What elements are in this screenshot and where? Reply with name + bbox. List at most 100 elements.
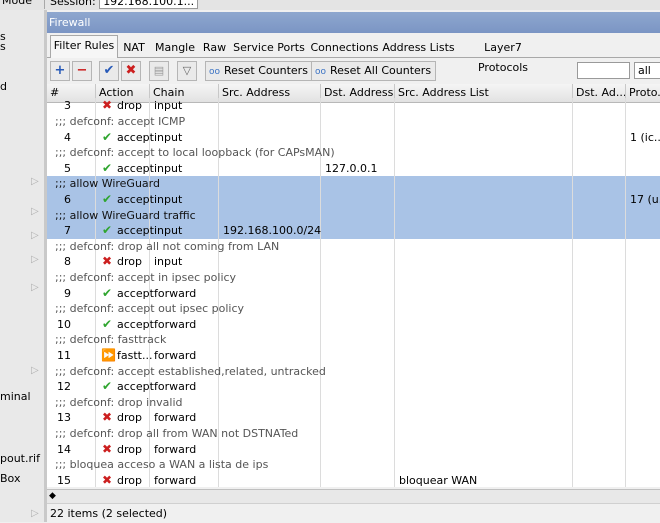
comment-row[interactable]: ;;; defconf: fasttrack [47, 332, 660, 348]
table-cell [573, 191, 626, 208]
table-row[interactable]: 12 ✔ accept forward [47, 379, 660, 395]
table-cell [219, 113, 321, 130]
table-row[interactable]: 14 ✖ drop forward [47, 441, 660, 458]
session-select[interactable]: 192.168.100.1... [99, 0, 199, 9]
rule-chain: input [154, 161, 183, 175]
table-cell [395, 98, 573, 114]
table-row[interactable]: 13 ✖ drop forward [47, 410, 660, 426]
chevron-right-icon[interactable]: ▷ [31, 282, 41, 294]
comment-row[interactable]: ;;; defconf: drop invalid [47, 394, 660, 411]
table-cell [626, 364, 660, 380]
table-cell [219, 254, 321, 270]
comment-row[interactable]: ;;; allow WireGuard [47, 176, 660, 192]
table-cell [219, 347, 321, 364]
tab-bar: Filter Rules NAT Mangle Raw Service Ports Con… [47, 35, 660, 74]
add-icon[interactable]: + [50, 61, 70, 81]
table-cell [573, 316, 626, 333]
rule-action: drop [117, 411, 142, 425]
reset-counters-button[interactable]: oo Reset Counters [205, 61, 313, 81]
table-cell [321, 223, 395, 239]
scroll-left-icon[interactable]: ◆ [49, 490, 56, 503]
sidebar-item[interactable]: minal [0, 390, 44, 404]
tab-connections[interactable]: Connections [309, 37, 380, 57]
sidebar-item[interactable]: s [0, 40, 44, 54]
table-cell [395, 207, 573, 224]
sidebar-item[interactable]: d [0, 80, 44, 94]
mode-label[interactable]: Mode [0, 0, 45, 9]
rule-action: drop [117, 99, 142, 113]
disable-icon[interactable]: ✖ [121, 61, 141, 81]
tab-mangle[interactable]: Mangle [151, 37, 199, 57]
rule-action: drop [117, 442, 142, 456]
comment-row[interactable]: ;;; defconf: accept ICMP [47, 113, 660, 130]
find-input[interactable] [577, 62, 630, 79]
table-row[interactable]: 6 ✔ acceptinput 17 (u... [47, 191, 660, 208]
table-cell [321, 363, 395, 380]
tab-raw[interactable]: Raw [200, 37, 229, 57]
table-cell [626, 145, 660, 161]
comment-row[interactable]: ;;; defconf: accept to local loopback (f… [47, 145, 660, 161]
window-title[interactable]: Firewall [47, 12, 660, 33]
table-cell [626, 98, 660, 114]
table-row[interactable]: 15 ✖ drop forward bloquear WAN [47, 472, 660, 487]
reset-counters-label: Reset Counters [224, 64, 308, 77]
sidebar-item[interactable]: pout.rif [0, 452, 44, 466]
tab-filter-rules[interactable]: Filter Rules [50, 35, 118, 58]
tab-address-lists[interactable]: Address Lists [381, 37, 456, 57]
comment-row[interactable]: ;;; defconf: accept established,related,… [47, 363, 660, 380]
tab-layer7-protocols[interactable]: Layer7 Protocols [457, 37, 549, 74]
comment-row[interactable]: ;;; allow WireGuard traffic [47, 207, 660, 224]
session-label: Session: [50, 0, 96, 8]
comment-row[interactable]: ;;; bloquea acceso a WAN a lista de ips [47, 457, 660, 473]
rule-action: accept [117, 286, 154, 300]
table-cell [626, 254, 660, 270]
table-row[interactable]: 8 ✖ drop input [47, 254, 660, 270]
table-row[interactable]: 11 ⏩ fastt... forward [47, 347, 660, 364]
horizontal-scrollbar[interactable]: ◆ [47, 489, 660, 504]
chevron-right-icon[interactable]: ▷ [31, 230, 41, 242]
tab-service-ports[interactable]: Service Ports [230, 37, 308, 57]
table-row[interactable]: 5 ✔ accept input 127.0.0.1 [47, 160, 660, 177]
reset-all-counters-button[interactable]: oo Reset All Counters [311, 61, 437, 81]
comment-row[interactable]: ;;; defconf: drop all not coming from LA… [47, 238, 660, 255]
table-cell [321, 113, 395, 130]
chevron-right-icon[interactable]: ▷ [31, 365, 41, 377]
table-cell [395, 347, 573, 364]
table-cell [395, 238, 573, 255]
comment-row[interactable]: ;;; defconf: accept in ipsec policy [47, 269, 660, 286]
rule-src-address-list: bloquear WAN [399, 473, 478, 487]
table-cell [573, 145, 626, 161]
table-row[interactable]: 9 ✔ accept forward [47, 285, 660, 302]
table-cell [626, 473, 660, 487]
table-cell [395, 363, 573, 380]
comment-row[interactable]: ;;; defconf: accept out ipsec policy [47, 301, 660, 317]
table-cell [573, 410, 626, 426]
table-cell [321, 379, 395, 395]
remove-icon[interactable]: − [72, 61, 92, 81]
table-row[interactable]: 4 ✔ acceptinput 1 (ic... [47, 129, 660, 146]
chevron-right-icon[interactable]: ▷ [31, 176, 41, 188]
sidebar-item[interactable]: Box [0, 472, 44, 486]
chevron-right-icon[interactable]: ▷ [31, 508, 41, 520]
comment-row[interactable]: ;;; defconf: drop all from WAN not DSTNA… [47, 425, 660, 442]
check-icon: ✔ [101, 316, 113, 331]
table-cell [321, 316, 395, 333]
tab-nat[interactable]: NAT [118, 37, 150, 57]
table-row[interactable]: 3 ✖ drop input [47, 98, 660, 114]
table-cell [626, 114, 660, 130]
enable-icon[interactable]: ✔ [99, 61, 119, 81]
comment-icon[interactable]: ▤ [149, 61, 169, 81]
table-cell [321, 176, 395, 192]
table-row[interactable]: 7 ✔ accept input 192.168.100.0/24 [47, 223, 660, 239]
table-cell [573, 347, 626, 364]
table-cell [219, 394, 321, 411]
filter-icon[interactable]: ▽ [177, 61, 197, 81]
rule-number: 4 [64, 130, 71, 144]
table-row[interactable]: 10 ✔ accept forward [47, 316, 660, 333]
filter-select[interactable]: all [634, 62, 660, 79]
table-cell [573, 269, 626, 286]
table-cell [321, 191, 395, 208]
chevron-right-icon[interactable]: ▷ [31, 254, 41, 266]
chevron-right-icon[interactable]: ▷ [31, 206, 41, 218]
table-cell [219, 472, 321, 487]
